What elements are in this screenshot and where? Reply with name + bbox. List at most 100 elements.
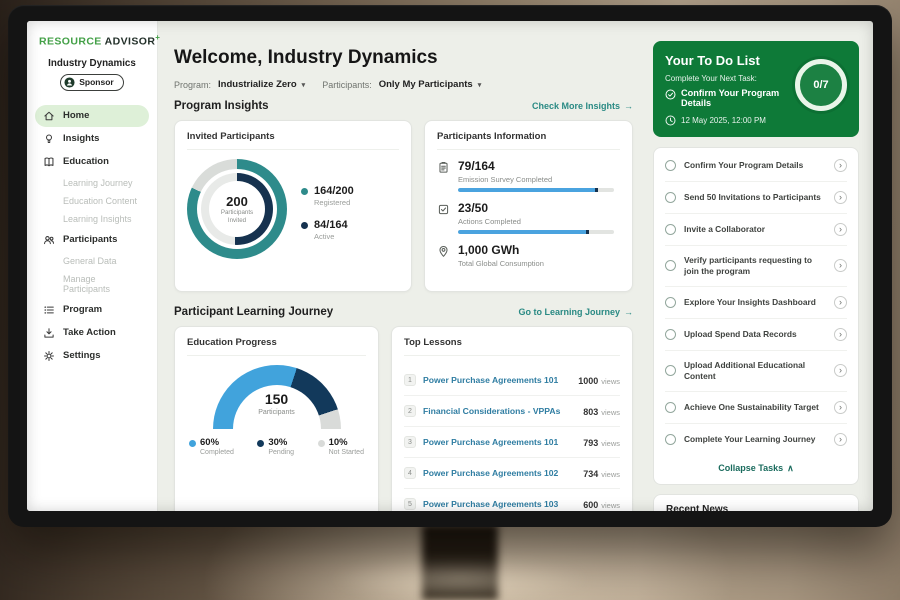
monitor-bezel: RESOURCE ADVISOR+ Industry Dynamics Spon…: [8, 5, 892, 527]
task-checkbox[interactable]: [665, 434, 676, 445]
arrow-right-icon: →: [624, 307, 633, 317]
dashboard-screen: RESOURCE ADVISOR+ Industry Dynamics Spon…: [27, 21, 873, 511]
sponsor-label: Sponsor: [79, 77, 113, 87]
sidebar-item-general-data[interactable]: General Data: [35, 252, 149, 270]
chevron-right-icon[interactable]: ›: [834, 401, 847, 414]
task-row[interactable]: Verify participants requesting to join t…: [665, 246, 847, 287]
chevron-right-icon[interactable]: ›: [834, 364, 847, 377]
chevron-right-icon[interactable]: ›: [834, 159, 847, 172]
sidebar-item-label: Take Action: [63, 327, 116, 338]
chevron-right-icon[interactable]: ›: [834, 223, 847, 236]
sidebar-item-label: Program: [63, 304, 102, 315]
sidebar: RESOURCE ADVISOR+ Industry Dynamics Spon…: [27, 21, 158, 511]
chevron-right-icon[interactable]: ›: [834, 328, 847, 341]
chevron-right-icon[interactable]: ›: [834, 296, 847, 309]
program-icon: [43, 304, 55, 316]
legend-dot: [257, 440, 264, 447]
desk-background: RESOURCE ADVISOR+ Industry Dynamics Spon…: [0, 0, 900, 600]
sidebar-item-settings[interactable]: Settings: [35, 345, 149, 367]
task-checkbox[interactable]: [665, 402, 676, 413]
settings-icon: [43, 350, 55, 362]
location-pin-icon: [437, 245, 450, 258]
program-select[interactable]: Industrialize Zero ▾: [218, 79, 305, 90]
invited-participants-donut: 200 Participants Invited: [187, 159, 287, 259]
sidebar-item-label: Settings: [63, 350, 100, 361]
take-action-icon: [43, 327, 55, 339]
task-checkbox[interactable]: [665, 160, 676, 171]
legend-dot: [301, 188, 308, 195]
task-checkbox[interactable]: [665, 297, 676, 308]
legend-item-not-started: 10% Not Started: [318, 437, 364, 456]
task-row[interactable]: Confirm Your Program Details ›: [665, 150, 847, 182]
task-row[interactable]: Explore Your Insights Dashboard ›: [665, 287, 847, 319]
task-checkbox[interactable]: [665, 329, 676, 340]
recent-news-title: Recent News: [666, 504, 846, 511]
stat-actions-completed: 23/50 Actions Completed: [437, 201, 620, 234]
go-to-learning-journey-link[interactable]: Go to Learning Journey →: [518, 307, 633, 317]
task-row[interactable]: Achieve One Sustainability Target ›: [665, 392, 847, 424]
education-progress-card: Education Progress 150 Participants 60%: [174, 326, 379, 511]
lesson-row: 1 Power Purchase Agreements 101 1000view…: [404, 365, 620, 396]
lesson-rank: 1: [404, 374, 416, 386]
lesson-link[interactable]: Power Purchase Agreements 101: [423, 437, 576, 447]
participants-select[interactable]: Only My Participants ▾: [379, 79, 482, 90]
logo-primary: RESOURCE: [39, 36, 102, 48]
lesson-link[interactable]: Power Purchase Agreements 102: [423, 468, 576, 478]
arrow-right-icon: →: [624, 101, 633, 111]
todo-summary-card: Your To Do List Complete Your Next Task:…: [653, 41, 859, 137]
sidebar-item-program[interactable]: Program: [35, 299, 149, 321]
lesson-row: 5 Power Purchase Agreements 103 600views: [404, 489, 620, 511]
collapse-tasks-link[interactable]: Collapse Tasks ∧: [665, 455, 847, 482]
lesson-row: 3 Power Purchase Agreements 101 793views: [404, 427, 620, 458]
program-select-value: Industrialize Zero: [218, 79, 297, 90]
learning-journey-header: Participant Learning Journey Go to Learn…: [174, 306, 633, 318]
sidebar-item-participants[interactable]: Participants: [35, 229, 149, 251]
task-row[interactable]: Upload Spend Data Records ›: [665, 319, 847, 351]
task-row[interactable]: Invite a Collaborator ›: [665, 214, 847, 246]
lesson-rank: 2: [404, 405, 416, 417]
lesson-rank: 4: [404, 467, 416, 479]
participants-filter-label: Participants:: [322, 80, 372, 90]
gauge-center-label: Participants: [213, 409, 341, 416]
lesson-link[interactable]: Power Purchase Agreements 101: [423, 375, 571, 385]
sidebar-item-learning-journey[interactable]: Learning Journey: [35, 174, 149, 192]
sidebar-item-home[interactable]: Home: [35, 105, 149, 127]
sponsor-badge[interactable]: Sponsor: [60, 74, 123, 91]
sidebar-nav: Home Insights Education Learning Journey…: [27, 105, 157, 367]
sidebar-item-take-action[interactable]: Take Action: [35, 322, 149, 344]
stat-global-consumption: 1,000 GWh Total Global Consumption: [437, 243, 620, 272]
recent-news-card: Recent News: [653, 494, 859, 511]
sidebar-item-education-content[interactable]: Education Content: [35, 192, 149, 210]
todo-next-task[interactable]: Confirm Your Program Details: [665, 88, 803, 108]
todo-list-card: Confirm Your Program Details › Send 50 I…: [653, 147, 859, 485]
check-circle-icon: [665, 89, 676, 100]
lesson-rank: 3: [404, 436, 416, 448]
task-checkbox[interactable]: [665, 260, 676, 271]
task-checkbox[interactable]: [665, 192, 676, 203]
sidebar-item-manage-participants[interactable]: Manage Participants: [35, 270, 149, 298]
section-title-program-insights: Program Insights: [174, 100, 269, 112]
app-logo: RESOURCE ADVISOR+: [27, 33, 157, 54]
sidebar-item-learning-insights[interactable]: Learning Insights: [35, 210, 149, 228]
task-row[interactable]: Upload Additional Educational Content ›: [665, 351, 847, 392]
chevron-right-icon[interactable]: ›: [834, 259, 847, 272]
task-checkbox[interactable]: [665, 224, 676, 235]
lesson-link[interactable]: Financial Considerations - VPPAs: [423, 406, 576, 416]
chevron-right-icon[interactable]: ›: [834, 433, 847, 446]
task-row[interactable]: Complete Your Learning Journey ›: [665, 424, 847, 455]
lesson-link[interactable]: Power Purchase Agreements 103: [423, 499, 576, 509]
sidebar-item-education[interactable]: Education: [35, 151, 149, 173]
invited-participants-card: Invited Participants 200 Participants In…: [174, 120, 412, 292]
task-checkbox[interactable]: [665, 365, 676, 376]
task-row[interactable]: Send 50 Invitations to Participants ›: [665, 182, 847, 214]
legend-item-registered: 164/200 Registered: [301, 185, 354, 207]
page-title: Welcome, Industry Dynamics: [174, 47, 633, 69]
card-title: Invited Participants: [187, 131, 399, 150]
section-title-learning-journey: Participant Learning Journey: [174, 306, 333, 318]
check-more-insights-link[interactable]: Check More Insights →: [532, 101, 633, 111]
sidebar-item-insights[interactable]: Insights: [35, 128, 149, 150]
chevron-right-icon[interactable]: ›: [834, 191, 847, 204]
program-insights-header: Program Insights Check More Insights →: [174, 100, 633, 112]
stat-emission-survey: 79/164 Emission Survey Completed: [437, 159, 620, 192]
lesson-row: 4 Power Purchase Agreements 102 734views: [404, 458, 620, 489]
